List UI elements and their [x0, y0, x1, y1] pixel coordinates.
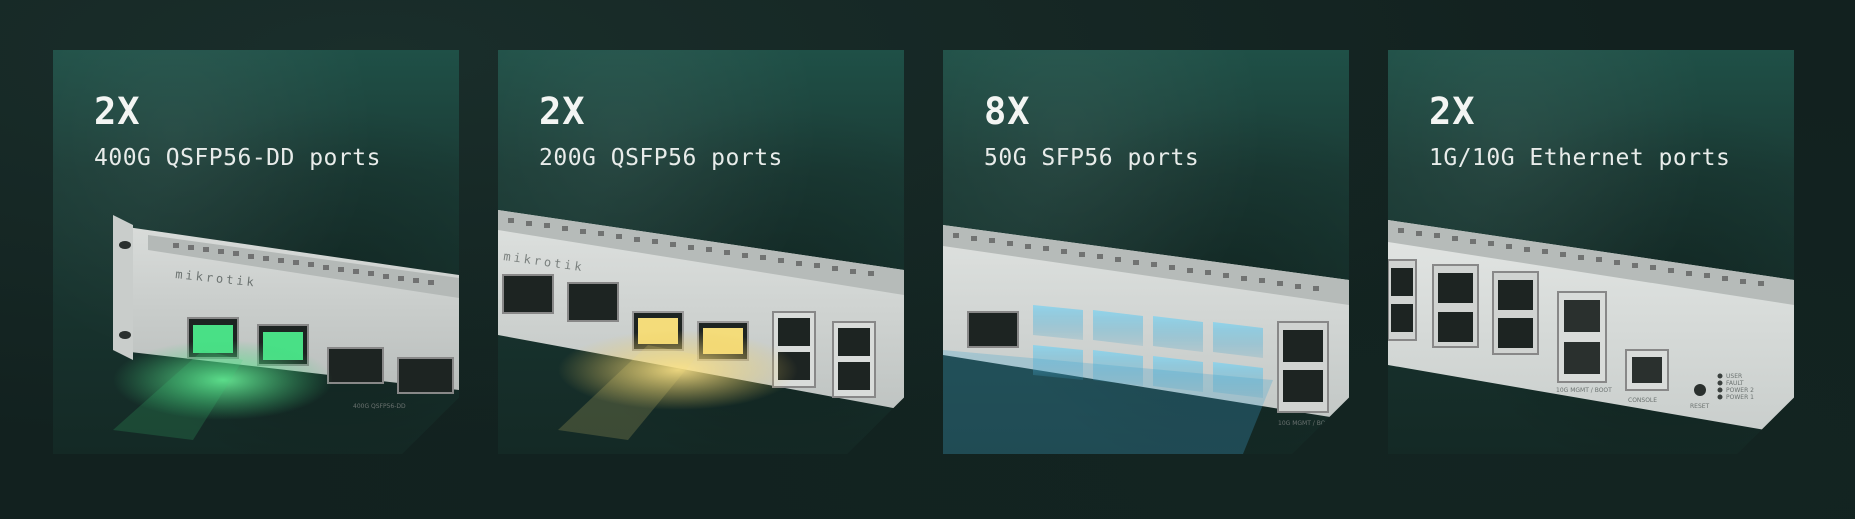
power2-led-label: POWER 2 — [1726, 387, 1754, 394]
port-label: 10G MGMT / BOOT — [1278, 420, 1334, 427]
mgmt-port-label: 10G MGMT / BOOT — [1556, 387, 1612, 394]
feature-count: 2X — [1429, 90, 1476, 133]
feature-card-ethernet: 10G MGMT / BOOT CONSOLE RESET USER FAULT… — [1388, 50, 1794, 454]
feature-card-50g: 10G MGMT / BOOT 8X 50G SFP56 ports — [943, 50, 1349, 454]
fault-led-label: FAULT — [1726, 380, 1744, 387]
power1-led-label: POWER 1 — [1726, 394, 1754, 401]
user-led-label: USER — [1726, 373, 1742, 380]
feature-count: 2X — [539, 90, 586, 133]
console-label: CONSOLE — [1628, 397, 1657, 404]
feature-count: 8X — [984, 90, 1031, 133]
feature-description: 400G QSFP56-DD ports — [94, 145, 381, 171]
feature-card-400g: mikrotik 400G QSFP56-DD 2X 400G QSFP56-D… — [53, 50, 459, 454]
feature-card-200g: mikrotik 2X 200G QSFP56 ports — [498, 50, 904, 454]
feature-description: 50G SFP56 ports — [984, 145, 1200, 171]
feature-cards: mikrotik 400G QSFP56-DD 2X 400G QSFP56-D… — [53, 50, 1794, 454]
port-label: 400G QSFP56-DD — [353, 403, 406, 410]
feature-description: 1G/10G Ethernet ports — [1429, 145, 1731, 171]
feature-count: 2X — [94, 90, 141, 133]
feature-description: 200G QSFP56 ports — [539, 145, 783, 171]
reset-label: RESET — [1690, 403, 1710, 410]
